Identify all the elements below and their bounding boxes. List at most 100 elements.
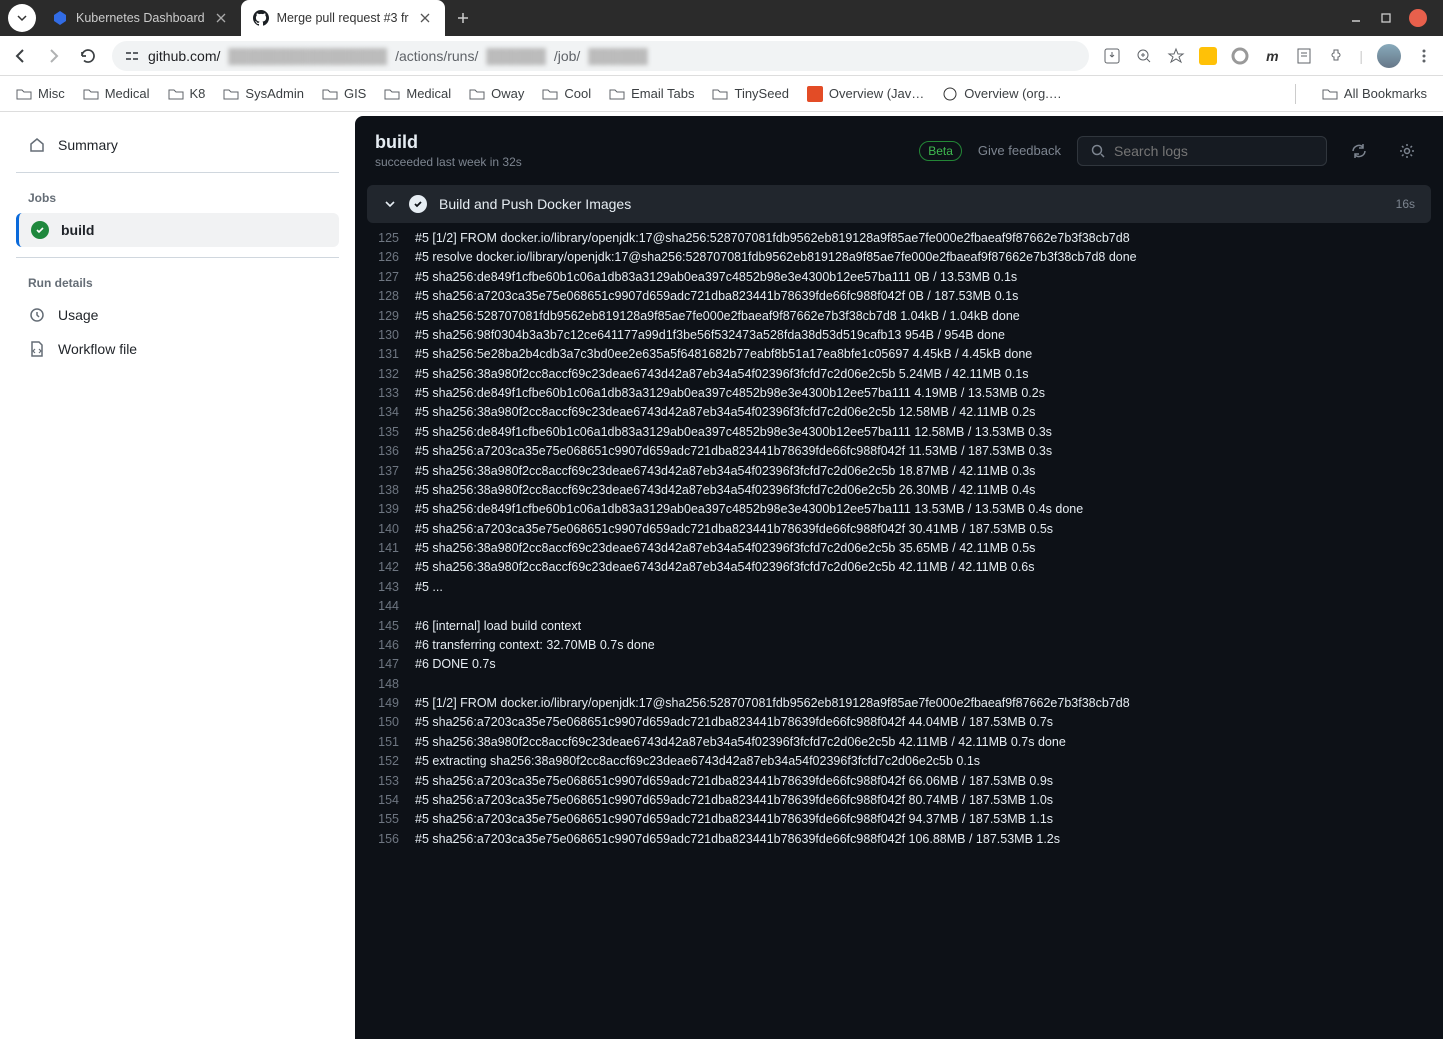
extension-icon-1[interactable] (1199, 47, 1217, 65)
bookmark-folder[interactable]: TinySeed (712, 86, 788, 102)
star-icon[interactable] (1167, 47, 1185, 65)
line-number: 131 (355, 345, 415, 364)
bookmark-folder[interactable]: SysAdmin (223, 86, 304, 102)
line-number: 130 (355, 326, 415, 345)
line-text: #5 sha256:38a980f2cc8accf69c23deae6743d4… (415, 539, 1443, 558)
log-line: 130#5 sha256:98f0304b3a3b7c12ce641177a99… (355, 326, 1443, 345)
log-line: 141#5 sha256:38a980f2cc8accf69c23deae674… (355, 539, 1443, 558)
log-line: 127#5 sha256:de849f1cfbe60b1c06a1db83a31… (355, 268, 1443, 287)
line-text: #5 [1/2] FROM docker.io/library/openjdk:… (415, 694, 1443, 713)
line-number: 135 (355, 423, 415, 442)
bookmark-pill[interactable]: Overview (Jav… (807, 86, 924, 102)
bookmark-folder[interactable]: Cool (542, 86, 591, 102)
sidebar-workflow-file[interactable]: Workflow file (16, 332, 339, 366)
rerun-button[interactable] (1343, 135, 1375, 167)
reading-list-icon[interactable] (1295, 47, 1313, 65)
log-line: 140#5 sha256:a7203ca35e75e068651c9907d65… (355, 520, 1443, 539)
bookmark-folder[interactable]: Misc (16, 86, 65, 102)
line-number: 148 (355, 675, 415, 694)
install-app-icon[interactable] (1103, 47, 1121, 65)
log-line: 142#5 sha256:38a980f2cc8accf69c23deae674… (355, 558, 1443, 577)
line-text: #5 sha256:a7203ca35e75e068651c9907d659ad… (415, 791, 1443, 810)
line-text: #5 sha256:a7203ca35e75e068651c9907d659ad… (415, 810, 1443, 829)
folder-icon (322, 86, 338, 102)
line-number: 156 (355, 830, 415, 849)
line-number: 129 (355, 307, 415, 326)
bookmark-folder[interactable]: Oway (469, 86, 524, 102)
new-tab-button[interactable] (449, 4, 477, 32)
search-logs-input[interactable] (1114, 143, 1314, 159)
bookmark-folder[interactable]: Medical (83, 86, 150, 102)
bookmark-folder[interactable]: Email Tabs (609, 86, 694, 102)
log-line: 143#5 ... (355, 578, 1443, 597)
sidebar-usage[interactable]: Usage (16, 298, 339, 332)
url-host: github.com/ (148, 48, 220, 64)
sidebar-run-details-label: Run details (16, 268, 339, 298)
step-header[interactable]: Build and Push Docker Images 16s (367, 185, 1431, 223)
back-button[interactable] (10, 46, 30, 66)
step-time: 16s (1396, 197, 1415, 211)
tab-title: Kubernetes Dashboard (76, 11, 205, 25)
line-text: #5 sha256:de849f1cfbe60b1c06a1db83a3129a… (415, 423, 1443, 442)
success-icon (31, 221, 49, 239)
chevron-down-icon (383, 197, 397, 211)
folder-icon (168, 86, 184, 102)
log-line: 148 (355, 675, 1443, 694)
line-number: 153 (355, 772, 415, 791)
arrow-left-icon (11, 47, 29, 65)
log-line: 136#5 sha256:a7203ca35e75e068651c9907d65… (355, 442, 1443, 461)
maximize-icon[interactable] (1379, 11, 1393, 25)
line-number: 152 (355, 752, 415, 771)
log-line: 125#5 [1/2] FROM docker.io/library/openj… (355, 229, 1443, 248)
extension-icon-m[interactable]: m (1263, 47, 1281, 65)
log-line: 153#5 sha256:a7203ca35e75e068651c9907d65… (355, 772, 1443, 791)
bookmark-folder[interactable]: K8 (168, 86, 206, 102)
log-line: 138#5 sha256:38a980f2cc8accf69c23deae674… (355, 481, 1443, 500)
give-feedback-link[interactable]: Give feedback (978, 143, 1061, 158)
close-icon[interactable] (213, 10, 229, 26)
log-line: 155#5 sha256:a7203ca35e75e068651c9907d65… (355, 810, 1443, 829)
log-line: 144 (355, 597, 1443, 616)
line-number: 145 (355, 617, 415, 636)
chevron-down-icon (16, 12, 28, 24)
zoom-icon[interactable] (1135, 47, 1153, 65)
plus-icon (456, 11, 470, 25)
profile-avatar[interactable] (1377, 44, 1401, 68)
tab-kubernetes[interactable]: Kubernetes Dashboard (40, 0, 241, 36)
line-text: #5 sha256:38a980f2cc8accf69c23deae6743d4… (415, 462, 1443, 481)
kebab-menu-icon[interactable] (1415, 47, 1433, 65)
extension-icon-2[interactable] (1231, 47, 1249, 65)
bookmark-folder[interactable]: GIS (322, 86, 366, 102)
line-text: #5 ... (415, 578, 1443, 597)
address-bar[interactable]: github.com/████████████████/actions/runs… (112, 41, 1089, 71)
tab-github[interactable]: Merge pull request #3 fr (241, 0, 445, 36)
line-number: 155 (355, 810, 415, 829)
line-number: 154 (355, 791, 415, 810)
all-bookmarks-button[interactable]: All Bookmarks (1322, 86, 1427, 102)
bookmarks-bar: Misc Medical K8 SysAdmin GIS Medical Oway Cool E… (0, 76, 1443, 112)
tabs-dropdown-button[interactable] (8, 4, 36, 32)
line-text: #5 sha256:de849f1cfbe60b1c06a1db83a3129a… (415, 268, 1443, 287)
log-lines[interactable]: 125#5 [1/2] FROM docker.io/library/openj… (355, 223, 1443, 855)
extensions-icon[interactable] (1327, 47, 1345, 65)
forward-button[interactable] (44, 46, 64, 66)
close-icon[interactable] (417, 10, 433, 26)
bookmark-pill[interactable]: Overview (org.… (942, 86, 1062, 102)
search-logs-box[interactable] (1077, 136, 1327, 166)
sidebar-summary[interactable]: Summary (16, 128, 339, 162)
window-close-button[interactable] (1409, 9, 1427, 27)
log-line: 135#5 sha256:de849f1cfbe60b1c06a1db83a31… (355, 423, 1443, 442)
window-controls (1349, 9, 1435, 27)
reload-button[interactable] (78, 46, 98, 66)
browser-toolbar: github.com/████████████████/actions/runs… (0, 36, 1443, 76)
search-icon (1090, 143, 1106, 159)
bookmark-folder[interactable]: Medical (384, 86, 451, 102)
sidebar-job-build[interactable]: build (16, 213, 339, 247)
site-settings-icon[interactable] (124, 48, 140, 64)
line-text: #5 sha256:a7203ca35e75e068651c9907d659ad… (415, 520, 1443, 539)
minimize-icon[interactable] (1349, 11, 1363, 25)
settings-button[interactable] (1391, 135, 1423, 167)
line-text: #5 [1/2] FROM docker.io/library/openjdk:… (415, 229, 1443, 248)
line-text (415, 675, 1443, 694)
line-number: 142 (355, 558, 415, 577)
